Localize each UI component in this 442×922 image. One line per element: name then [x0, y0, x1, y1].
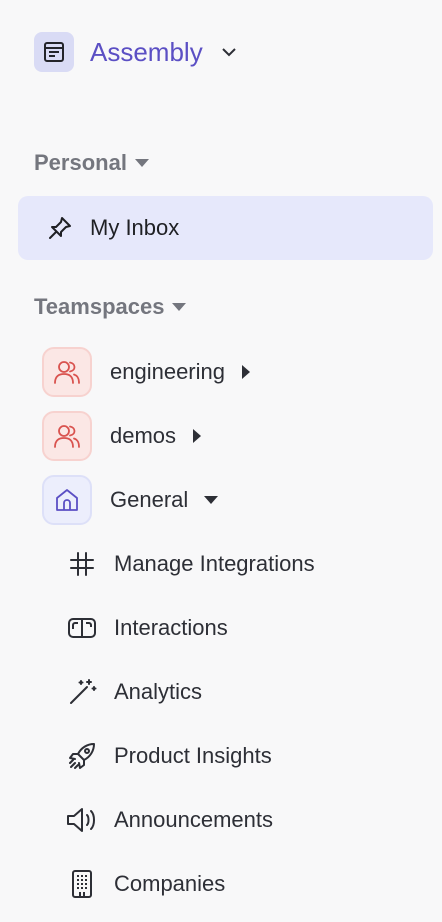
teamspace-engineering[interactable]: engineering: [42, 346, 251, 398]
home-icon: [42, 475, 92, 525]
magic-wand-icon: [64, 674, 100, 710]
teamspace-demos[interactable]: demos: [42, 410, 202, 462]
sidebar-item-announcements[interactable]: Announcements: [64, 800, 273, 840]
teamspace-label: demos: [110, 423, 177, 448]
teamspace-label: General: [110, 487, 189, 512]
rocket-icon: [64, 738, 100, 774]
hash-icon: [64, 546, 100, 582]
sidebar-item-label: Companies: [114, 871, 226, 896]
teamspace-label: engineering: [110, 359, 225, 384]
caret-down-icon: [134, 158, 149, 168]
chevron-down-icon: [221, 47, 237, 57]
caret-down-icon[interactable]: [204, 495, 219, 505]
users-icon: [42, 411, 92, 461]
app-window-icon: [34, 32, 74, 72]
sidebar-item-analytics[interactable]: Analytics: [64, 672, 202, 712]
sidebar-item-manage-integrations[interactable]: Manage Integrations: [64, 544, 315, 584]
sidebar-item-label: Product Insights: [114, 743, 272, 768]
workspace-name: Assembly: [90, 36, 203, 67]
section-personal-label: Personal: [34, 150, 127, 175]
sidebar-item-label: Manage Integrations: [114, 551, 315, 576]
inbox-card-icon: [64, 610, 100, 646]
section-personal[interactable]: Personal: [34, 150, 149, 176]
sidebar-item-interactions[interactable]: Interactions: [64, 608, 228, 648]
sidebar-item-companies[interactable]: Companies: [64, 864, 225, 904]
sidebar-item-label: Analytics: [114, 679, 203, 704]
sidebar-item-label: Interactions: [114, 615, 228, 640]
sidebar-item-label: My Inbox: [90, 215, 180, 240]
workspace-switcher[interactable]: Assembly: [34, 32, 237, 72]
teamspace-general[interactable]: General: [42, 474, 219, 526]
caret-down-icon: [172, 302, 187, 312]
pin-icon: [47, 215, 73, 241]
section-teamspaces-label: Teamspaces: [34, 294, 165, 319]
users-icon: [42, 347, 92, 397]
building-icon: [64, 866, 100, 902]
megaphone-icon: [64, 802, 100, 838]
sidebar-item-label: Announcements: [114, 807, 273, 832]
sidebar-item-product-insights[interactable]: Product Insights: [64, 736, 272, 776]
caret-right-icon[interactable]: [241, 365, 251, 379]
sidebar-item-my-inbox[interactable]: My Inbox: [18, 196, 433, 260]
section-teamspaces[interactable]: Teamspaces: [34, 294, 187, 320]
caret-right-icon[interactable]: [192, 429, 202, 443]
